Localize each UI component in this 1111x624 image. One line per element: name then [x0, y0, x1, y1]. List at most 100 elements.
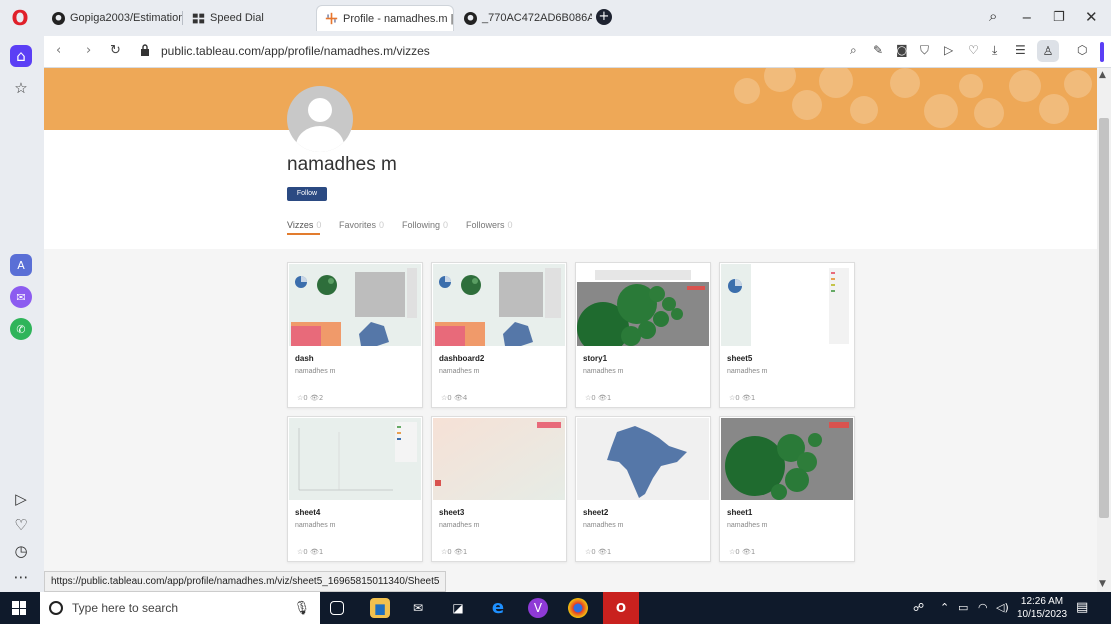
people-icon[interactable]: ☍	[913, 601, 924, 614]
viz-title[interactable]: sheet1	[727, 508, 752, 517]
microphone-icon[interactable]: 🎙	[293, 601, 310, 616]
tab-github-file[interactable]: _770AC472AD6B086AC85	[456, 5, 592, 31]
reload-icon[interactable]: ↻	[110, 43, 121, 58]
tab-vizzes[interactable]: Vizzes 0	[287, 220, 321, 230]
chrome-icon[interactable]	[568, 598, 588, 618]
viz-thumbnail[interactable]	[577, 264, 709, 346]
clock-time: 12:26 AM	[1020, 596, 1064, 607]
forward-icon[interactable]: ›	[86, 43, 91, 58]
minimize-icon[interactable]: ‒	[1022, 8, 1032, 26]
viz-owner[interactable]: namadhes m	[727, 522, 767, 529]
viz-thumbnail[interactable]	[433, 264, 565, 346]
heart-icon[interactable]: ♡	[10, 514, 32, 536]
player-icon[interactable]: ▷	[10, 488, 32, 510]
profile-name: namadhes m	[287, 154, 397, 175]
viz-thumbnail[interactable]	[289, 418, 421, 500]
cube-icon[interactable]: ⬡	[1077, 43, 1087, 57]
viz-title[interactable]: dash	[295, 354, 314, 363]
search-tabs-icon[interactable]: ⌕	[989, 7, 997, 25]
more-icon[interactable]: ⋯	[10, 566, 32, 588]
viz-card[interactable]: story1 namadhes m ☆0 👁1	[575, 262, 711, 408]
close-icon[interactable]: ✕	[1085, 8, 1098, 26]
viz-owner[interactable]: namadhes m	[439, 522, 479, 529]
scroll-up-icon[interactable]: ▲	[1099, 70, 1106, 80]
url-field[interactable]: public.tableau.com/app/profile/namadhes.…	[161, 44, 430, 58]
task-view-icon[interactable]	[330, 601, 344, 615]
camera-icon[interactable]: ◙	[896, 43, 908, 57]
viz-title[interactable]: sheet4	[295, 508, 320, 517]
viz-owner[interactable]: namadhes m	[583, 368, 623, 375]
wifi-icon[interactable]: ◠	[978, 601, 988, 614]
system-clock[interactable]: 12:26 AM 10/15/2023	[1017, 595, 1067, 621]
windows-start-icon[interactable]	[12, 601, 26, 615]
restore-icon[interactable]: ❐	[1053, 10, 1065, 25]
download-icon[interactable]: ⤓	[992, 43, 997, 58]
new-tab-button[interactable]: +	[596, 9, 612, 25]
edit-icon[interactable]: ✎	[873, 43, 883, 57]
viz-card[interactable]: sheet2 namadhes m ☆0 👁1	[575, 416, 711, 562]
back-icon[interactable]: ‹	[56, 43, 61, 58]
eye-icon: 👁	[309, 394, 319, 402]
opera-logo[interactable]: O	[10, 8, 30, 28]
opera-taskbar-icon[interactable]: O	[603, 592, 639, 624]
viz-owner[interactable]: namadhes m	[727, 368, 767, 375]
viz-card[interactable]: sheet4 namadhes m ☆0 👁1	[287, 416, 423, 562]
viz-thumbnail[interactable]	[289, 264, 421, 346]
battery-icon[interactable]: ▭	[958, 601, 968, 614]
bookmarks-star-icon[interactable]: ☆	[10, 77, 32, 99]
viz-owner[interactable]: namadhes m	[583, 522, 623, 529]
show-hidden-icons[interactable]: ⌃	[940, 601, 949, 614]
home-icon[interactable]: ⌂	[10, 45, 32, 67]
search-page-icon[interactable]: ⌕	[850, 43, 857, 58]
tab-followers[interactable]: Followers 0	[466, 220, 513, 230]
tab-following[interactable]: Following 0	[402, 220, 448, 230]
tab-favorites[interactable]: Favorites 0	[339, 220, 384, 230]
notifications-icon[interactable]: ▤	[1076, 600, 1088, 615]
mail-icon[interactable]: ✉	[408, 598, 428, 618]
viz-owner[interactable]: namadhes m	[295, 368, 335, 375]
scroll-thumb[interactable]	[1099, 118, 1109, 518]
scrollbar[interactable]: ▲ ▼	[1097, 68, 1111, 592]
file-explorer-icon[interactable]: ▆	[370, 598, 390, 618]
sidebar-toggle[interactable]	[1100, 42, 1104, 62]
viz-thumbnail[interactable]	[721, 264, 853, 346]
viz-thumbnail[interactable]	[577, 418, 709, 500]
viz-title[interactable]: sheet5	[727, 354, 752, 363]
viz-card[interactable]: sheet5 namadhes m ☆0 👁1	[719, 262, 855, 408]
tab-tableau-profile[interactable]: Profile - namadhes.m | Ta	[316, 5, 454, 31]
eye-icon: 👁	[741, 548, 751, 556]
views-count: 2	[318, 394, 324, 402]
volume-icon[interactable]: ◁)	[996, 601, 1009, 614]
scroll-down-icon[interactable]: ▼	[1099, 579, 1106, 589]
viz-title[interactable]: sheet3	[439, 508, 464, 517]
tab-github-estimation[interactable]: Gopiga2003/Estimation-c	[44, 5, 182, 31]
viz-title[interactable]: sheet2	[583, 508, 608, 517]
viz-thumbnail[interactable]	[721, 418, 853, 500]
viz-stats: ☆0 👁4	[441, 394, 467, 402]
viz-card[interactable]: sheet1 namadhes m ☆0 👁1	[719, 416, 855, 562]
vivaldi-icon[interactable]: V	[528, 598, 548, 618]
store-icon[interactable]: ◪	[448, 598, 468, 618]
tab-speed-dial[interactable]: Speed Dial	[184, 5, 312, 31]
shield-icon[interactable]: ⛉	[920, 43, 929, 58]
aria-icon[interactable]: A	[10, 254, 32, 276]
viz-card[interactable]: sheet3 namadhes m ☆0 👁1	[431, 416, 567, 562]
taskbar-search[interactable]: Type here to search 🎙	[40, 592, 320, 624]
messenger-icon[interactable]: ✉	[10, 286, 32, 308]
taskbar: Type here to search 🎙 ▆ ✉ ◪ e V O ☍ ⌃ ▭ …	[0, 592, 1111, 624]
viz-thumbnail[interactable]	[433, 418, 565, 500]
viz-title[interactable]: story1	[583, 354, 607, 363]
edge-icon[interactable]: e	[488, 598, 508, 618]
viz-owner[interactable]: namadhes m	[295, 522, 335, 529]
heart-icon[interactable]: ♡	[968, 43, 979, 57]
viz-title[interactable]: dashboard2	[439, 354, 484, 363]
viz-card[interactable]: dashboard2 namadhes m ☆0 👁4	[431, 262, 567, 408]
viz-owner[interactable]: namadhes m	[439, 368, 479, 375]
follow-button[interactable]: Follow	[287, 187, 327, 201]
history-icon[interactable]: ◷	[10, 540, 32, 562]
send-icon[interactable]: ▷	[944, 43, 953, 57]
easy-setup-icon[interactable]: ☰	[1015, 43, 1026, 57]
account-icon[interactable]: ♙	[1037, 40, 1059, 62]
viz-card[interactable]: dash namadhes m ☆0 👁2	[287, 262, 423, 408]
whatsapp-icon[interactable]: ✆	[10, 318, 32, 340]
